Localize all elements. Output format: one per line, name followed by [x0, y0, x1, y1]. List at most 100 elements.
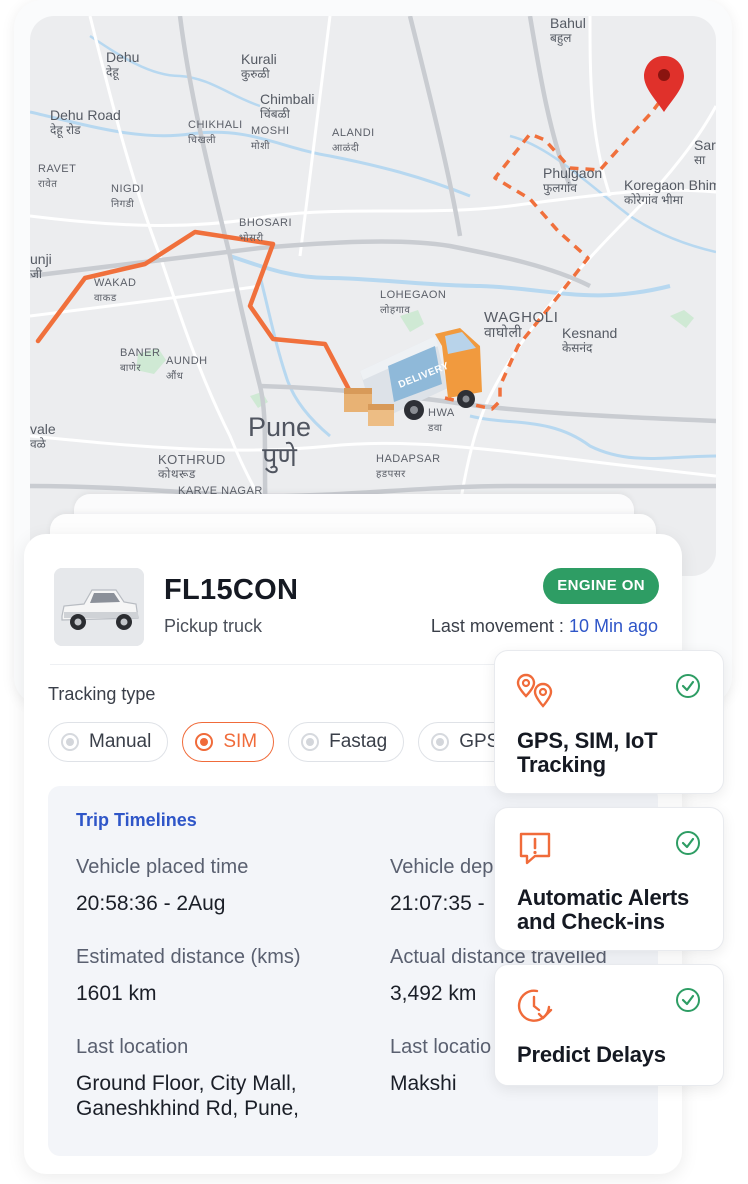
- map-label-bhosari: BHOSARI भोसरी: [239, 216, 292, 246]
- field-label: Last location: [76, 1036, 189, 1058]
- map-label-wakad: WAKAD वाकड: [94, 276, 136, 306]
- tracking-option-sim[interactable]: SIM: [182, 722, 275, 762]
- map-label-dehu: Dehu देहू: [106, 50, 139, 80]
- place-local-name: वळे: [30, 437, 46, 451]
- last-movement: Last movement : 10 Min ago: [431, 616, 658, 637]
- place-local-name: देहू: [106, 65, 119, 79]
- place-name: Bahul: [550, 16, 586, 31]
- place-name: Dehu: [106, 49, 140, 65]
- map-label-wagholi: WAGHOLI वाघोली: [484, 310, 558, 340]
- place-name: Dehu Road: [50, 107, 121, 123]
- destination-pin-icon: [644, 56, 684, 112]
- map-label-ravet: RAVET रावेत: [38, 162, 76, 192]
- map-label-nigdi: NIGDI निगडी: [111, 182, 144, 212]
- map-label-lohegaon: LOHEGAON लोहगाव: [380, 288, 446, 318]
- location-pins-icon: [516, 673, 553, 708]
- map-label-koregaon-bhima: Koregaon Bhimaकोरेगांव भीमा: [624, 178, 716, 208]
- place-name: vale: [30, 421, 56, 437]
- estimated-distance: Estimated distance (kms) 1601 km: [76, 946, 376, 1006]
- field-value: Ground Floor, City Mall, Ganeshkhind Rd,…: [76, 1072, 299, 1120]
- check-circle-icon: [676, 831, 700, 855]
- place-local-name: चिंबळी: [260, 107, 290, 121]
- map-label-phulgaon: Phulgaon फुलगांव: [543, 166, 602, 196]
- tracking-type-options: Manual SIM Fastag GPS: [48, 722, 517, 762]
- map-label-hwa: HWA डवा: [428, 406, 455, 436]
- place-name: LOHEGAON: [380, 289, 447, 301]
- tracking-option-fastag[interactable]: Fastag: [288, 722, 405, 762]
- tracking-option-label: Fastag: [329, 731, 388, 752]
- place-local-name: चिखली: [188, 135, 216, 146]
- map-label-kothrud: KOTHRUD कोथरूड: [158, 452, 226, 482]
- field-label: Estimated distance (kms): [76, 946, 301, 968]
- map-label-chimbali: Chimbali चिंबळी: [260, 92, 314, 122]
- vehicle-placed-time: Vehicle placed time 20:58:36 - 2Aug: [76, 856, 376, 916]
- feature-card-delays: Predict Delays: [494, 964, 724, 1086]
- tracking-option-manual[interactable]: Manual: [48, 722, 169, 762]
- vehicle-type: Pickup truck: [164, 616, 263, 636]
- place-name: KOTHRUD: [158, 452, 226, 467]
- place-name: Sar: [694, 137, 716, 153]
- place-local-name: आळंदी: [332, 143, 360, 154]
- map-label-pune: Pune पुणे: [248, 412, 311, 472]
- place-local-name: डवा: [428, 423, 443, 434]
- place-local-name: कुरुळी: [241, 67, 270, 81]
- place-local-name: बहुल: [550, 31, 572, 45]
- radio-icon: [431, 733, 450, 751]
- place-local-name: निगडी: [111, 199, 135, 210]
- map-label-dehu-road: Dehu Road देहू रोड: [50, 108, 121, 138]
- check-circle-icon: [676, 988, 700, 1012]
- tracking-option-label: SIM: [223, 731, 258, 752]
- place-local-name: देहू रोड: [50, 123, 81, 137]
- place-local-name: भोसरी: [239, 233, 264, 244]
- radio-icon: [61, 733, 79, 751]
- map-label-baner: BANER बाणेर: [120, 346, 160, 376]
- place-name: Kesnand: [562, 325, 618, 341]
- place-local-name: औंध: [166, 371, 184, 382]
- last-movement-label: Last movement :: [430, 616, 564, 636]
- radio-selected-icon: [195, 733, 214, 751]
- place-name: Koregaon Bhima: [624, 177, 716, 193]
- map-label-bahul: Bahul बहुल: [550, 16, 586, 46]
- radio-icon: [301, 733, 320, 751]
- map-label-moshi: MOSHI मोशी: [251, 124, 290, 154]
- place-name: RAVET: [38, 163, 77, 175]
- route-map[interactable]: DELIVERY Dehu देहू Kurali कुरुळी Chimbali च…: [30, 16, 716, 576]
- map-label-kurali: Kurali कुरुळी: [241, 52, 277, 82]
- place-local-name: रावेत: [38, 179, 58, 190]
- field-label: Vehicle placed time: [76, 856, 249, 878]
- last-location: Last location Ground Floor, City Mall, G…: [76, 1036, 376, 1121]
- check-circle-icon: [676, 674, 700, 698]
- place-name: WAKAD: [94, 277, 137, 289]
- place-local-name: हडपसर: [376, 469, 406, 480]
- tracking-type-label: Tracking type: [48, 684, 156, 704]
- feature-title: GPS, SIM, IoT Tracking: [517, 728, 658, 777]
- place-name: ALANDI: [332, 127, 375, 139]
- feature-card-alerts: Automatic Alerts and Check-ins: [494, 807, 724, 951]
- place-local-name: वाघोली: [484, 324, 523, 340]
- place-local-name: फुलगांव: [543, 181, 577, 195]
- place-name: Chimbali: [260, 91, 315, 107]
- tracking-option-label: Manual: [89, 731, 152, 752]
- place-local-name: लोहगाव: [380, 305, 411, 316]
- alert-message-icon: [519, 832, 551, 865]
- map-label-hadapsar: HADAPSAR हडपसर: [376, 452, 441, 482]
- place-name: MOSHI: [251, 125, 290, 137]
- feature-card-tracking: GPS, SIM, IoT Tracking: [494, 650, 724, 794]
- place-local-name: सा: [694, 153, 706, 167]
- trip-timelines-title: Trip Timelines: [76, 810, 197, 830]
- place-name: Pune: [248, 412, 312, 442]
- map-label-alandi: ALANDI आळंदी: [332, 126, 375, 156]
- map-label-chikhali: CHIKHALI चिखली: [188, 118, 243, 148]
- place-name: HWA: [428, 407, 455, 419]
- place-local-name: वाकड: [94, 293, 117, 304]
- place-local-name: कोरेगांव भीमा: [624, 193, 683, 207]
- field-value: 1601 km: [76, 982, 157, 1005]
- map-label-unji: unji जी: [30, 252, 52, 282]
- feature-title: Automatic Alerts and Check-ins: [517, 885, 690, 934]
- map-label-vale: vale वळे: [30, 422, 56, 452]
- place-local-name: मोशी: [251, 141, 270, 152]
- clock-check-icon: [517, 989, 553, 1022]
- map-label-kesnand: Kesnand केसनंद: [562, 326, 617, 356]
- place-local-name: केसनंद: [562, 341, 593, 355]
- last-movement-value: 10 Min ago: [568, 616, 658, 636]
